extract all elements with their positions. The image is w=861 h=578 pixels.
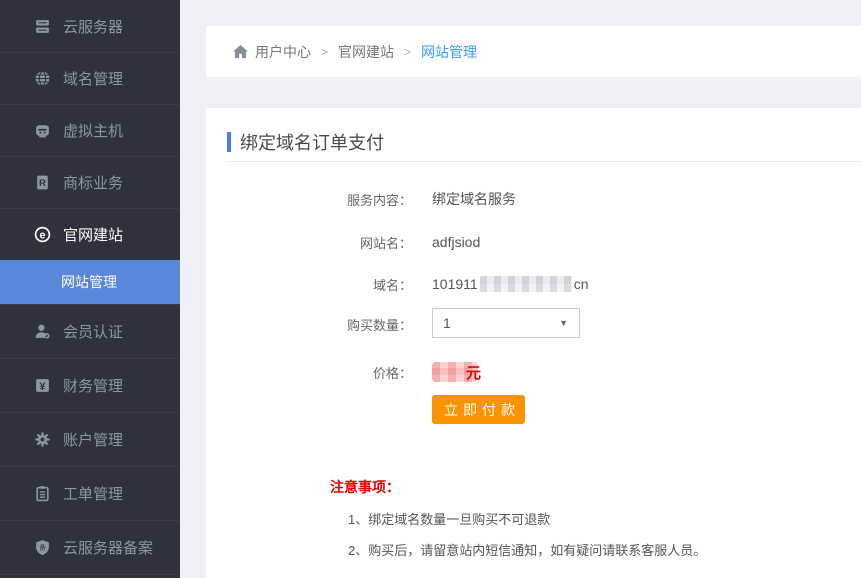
sitename-row: 网站名： adfjsiod — [206, 231, 480, 253]
sidebar-item-website-builder[interactable]: e 官网建站 — [0, 208, 180, 260]
sitename-label: 网站名： — [206, 233, 412, 252]
sidebar-item-label: 工单管理 — [63, 483, 123, 504]
sidebar-item-label: 域名管理 — [63, 68, 123, 89]
domain-value: 101911 cn — [432, 276, 588, 292]
panel-title-row: 绑定域名订单支付 — [227, 129, 384, 155]
member-auth-icon — [34, 323, 51, 340]
breadcrumb-separator: > — [321, 45, 328, 59]
price-row: 价格： 元 — [206, 361, 481, 383]
service-label: 服务内容： — [206, 190, 412, 209]
sidebar-item-label: 虚拟主机 — [63, 120, 123, 141]
sidebar-item-member-auth[interactable]: 会员认证 — [0, 304, 180, 358]
sidebar-item-account[interactable]: 账户管理 — [0, 412, 180, 466]
domain-masked-blur — [480, 276, 572, 292]
quantity-row: 购买数量： — [206, 313, 412, 335]
sidebar-item-trademark[interactable]: R 商标业务 — [0, 156, 180, 208]
notes-title: 注意事项： — [330, 477, 400, 497]
breadcrumb-item-site-management[interactable]: 网站管理 — [421, 42, 477, 62]
title-divider — [227, 161, 861, 162]
breadcrumb: 用户中心 > 官网建站 > 网站管理 — [206, 26, 861, 77]
quantity-label: 购买数量： — [206, 315, 412, 334]
sidebar-item-label: 账户管理 — [63, 429, 123, 450]
sidebar-subitem-label: 网站管理 — [61, 272, 117, 292]
svg-text:R: R — [39, 178, 46, 189]
order-payment-panel: 绑定域名订单支付 服务内容： 绑定域名服务 网站名： adfjsiod 域名： … — [206, 108, 861, 578]
price-label: 价格： — [206, 363, 412, 382]
quantity-select[interactable]: 1 ▼ — [432, 308, 580, 338]
breadcrumb-separator: > — [404, 45, 411, 59]
finance-icon: ¥ — [34, 377, 51, 394]
sidebar-item-finance[interactable]: ¥ 财务管理 — [0, 358, 180, 412]
price-value: 元 — [432, 362, 481, 383]
sitename-value: adfjsiod — [432, 234, 480, 250]
sidebar-item-server-filing[interactable]: 备 云服务器备案 — [0, 520, 180, 574]
cloud-server-icon — [34, 18, 51, 35]
sidebar-item-label: 会员认证 — [63, 321, 123, 342]
sidebar-filler — [0, 574, 180, 578]
website-icon: e — [34, 226, 51, 243]
sidebar-item-work-order[interactable]: 工单管理 — [0, 466, 180, 520]
sidebar-item-cloud-server[interactable]: 云服务器 — [0, 0, 180, 52]
domain-prefix: 101911 — [432, 276, 478, 292]
sidebar-item-label: 财务管理 — [63, 375, 123, 396]
svg-text:e: e — [40, 229, 46, 241]
breadcrumb-item-user-center[interactable]: 用户中心 — [255, 42, 311, 62]
breadcrumb-item-website-builder[interactable]: 官网建站 — [338, 42, 394, 62]
sidebar-item-virtual-host[interactable]: 虚拟主机 — [0, 104, 180, 156]
note-item-1: 1、绑定域名数量一旦购买不可退款 — [348, 509, 550, 528]
trademark-icon: R — [34, 174, 51, 191]
sidebar-item-label: 商标业务 — [63, 172, 123, 193]
svg-text:备: 备 — [39, 543, 46, 552]
virtual-host-icon — [34, 122, 51, 139]
price-unit: 元 — [466, 362, 481, 383]
svg-text:¥: ¥ — [40, 381, 46, 393]
sidebar: 云服务器 域名管理 虚拟主机 R 商标业务 e 官网建站 网站管理 会员认证 — [0, 0, 180, 578]
note-item-2: 2、购买后，请留意站内短信通知，如有疑问请联系客服人员。 — [348, 540, 706, 559]
domain-row: 域名： 101911 cn — [206, 273, 588, 295]
filing-shield-icon: 备 — [34, 539, 51, 556]
service-value: 绑定域名服务 — [432, 189, 516, 209]
sidebar-item-domain[interactable]: 域名管理 — [0, 52, 180, 104]
work-order-icon — [34, 485, 51, 502]
title-accent-bar — [227, 132, 231, 152]
service-row: 服务内容： 绑定域名服务 — [206, 188, 516, 210]
page-title: 绑定域名订单支付 — [240, 129, 384, 155]
chevron-down-icon: ▼ — [559, 318, 579, 328]
sidebar-item-label: 官网建站 — [63, 224, 123, 245]
sidebar-item-label: 云服务器 — [63, 16, 123, 37]
sidebar-item-label: 云服务器备案 — [63, 537, 153, 558]
globe-icon — [34, 70, 51, 87]
quantity-selected-value: 1 — [433, 315, 559, 331]
sidebar-item-site-management[interactable]: 网站管理 — [0, 260, 180, 304]
domain-suffix: cn — [574, 276, 589, 292]
gear-icon — [34, 431, 51, 448]
domain-label: 域名： — [206, 275, 412, 294]
home-icon — [233, 45, 248, 59]
pay-now-button[interactable]: 立即付款 — [432, 395, 525, 424]
